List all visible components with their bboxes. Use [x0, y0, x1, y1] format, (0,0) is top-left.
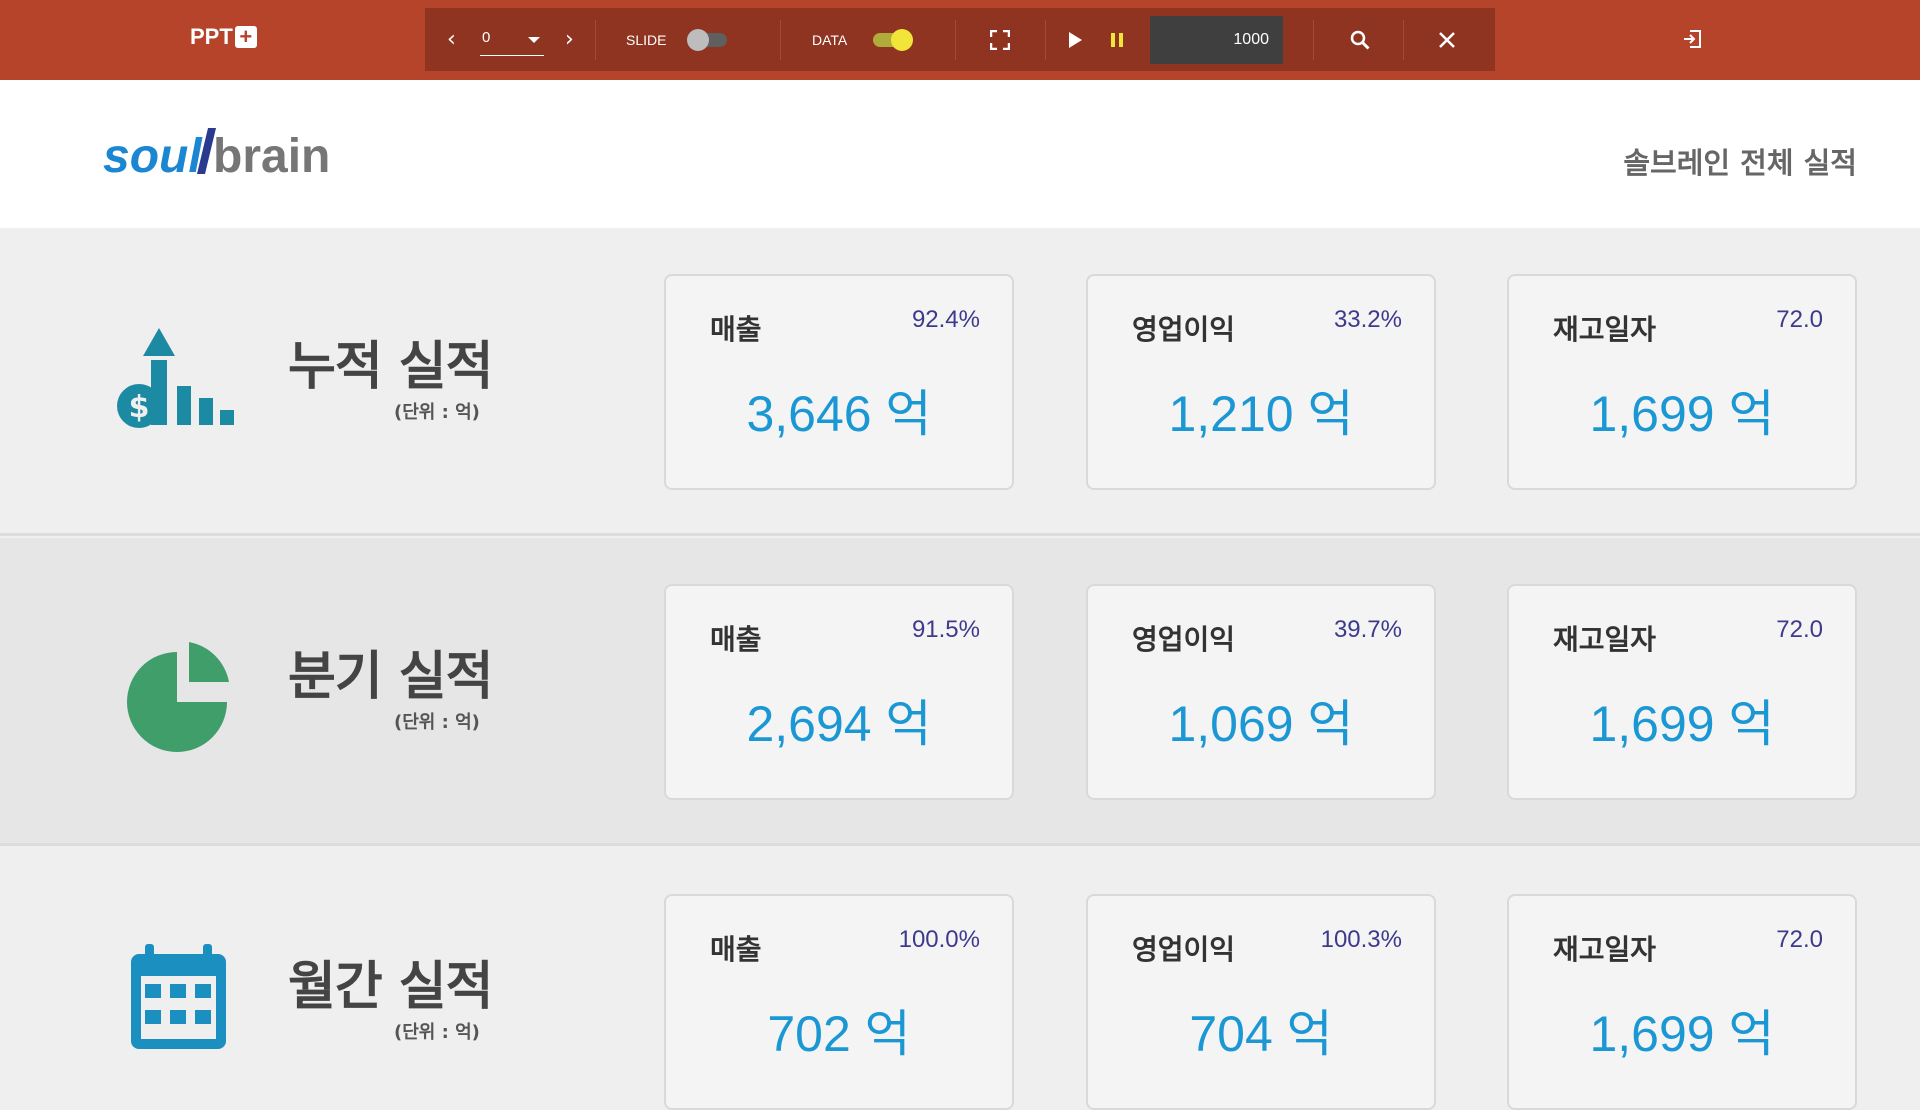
metric-name: 매출: [710, 313, 762, 346]
app-logo-text: PPT: [190, 24, 233, 49]
metric-value: 1,699 억: [1589, 386, 1775, 442]
metric-percent: 72.0: [1776, 926, 1823, 953]
metric-percent: 72.0: [1776, 306, 1823, 333]
divider: [595, 20, 596, 60]
toolbar: ‹ 0 › SLIDE DATA 1000: [425, 8, 1495, 71]
page-title: 솔브레인 전체 실적: [1623, 146, 1857, 180]
metric-name: 영업이익: [1132, 933, 1236, 966]
data-toggle-knob: [891, 28, 913, 51]
money-growth-chart-icon: $: [115, 320, 250, 455]
soulbrain-logo: soul brain: [103, 122, 363, 186]
divider: [1045, 20, 1046, 60]
svg-text:$: $: [129, 390, 150, 425]
metric-percent: 33.2%: [1333, 306, 1402, 333]
divider: [780, 20, 781, 60]
metric-name: 매출: [710, 933, 762, 966]
metric-card-inventory-days: 재고일자 72.0 1,699 억: [1507, 894, 1857, 1110]
metric-percent: 91.5%: [911, 616, 980, 643]
section-title: 분기 실적: [288, 647, 493, 707]
metric-card-inventory-days: 재고일자 72.0 1,699 억: [1507, 584, 1857, 800]
metric-card-sales: 매출 100.0% 702 억: [664, 894, 1014, 1110]
exit-button[interactable]: [1682, 28, 1704, 50]
metric-card-inventory-days: 재고일자 72.0 1,699 억: [1507, 274, 1857, 490]
divider: [1403, 20, 1404, 60]
metric-percent: 100.0%: [898, 926, 980, 953]
metric-card-operating-profit: 영업이익 100.3% 704 억: [1086, 894, 1436, 1110]
metric-value: 2,694 억: [746, 696, 932, 752]
app-logo-plus: +: [234, 26, 257, 48]
metric-card-operating-profit: 영업이익 33.2% 1,210 억: [1086, 274, 1436, 490]
logo-soul-text: soul: [103, 130, 203, 182]
interval-input[interactable]: 1000: [1150, 16, 1283, 64]
logo-brain-text: brain: [213, 130, 330, 182]
metric-percent: 92.4%: [911, 306, 980, 333]
metric-name: 재고일자: [1553, 933, 1657, 966]
chevron-right-icon: ›: [565, 27, 574, 52]
metric-name: 영업이익: [1132, 313, 1236, 346]
metric-value: 1,699 억: [1589, 696, 1775, 752]
page-select[interactable]: 0: [480, 25, 544, 56]
pause-button[interactable]: [1109, 8, 1125, 71]
metric-percent: 39.7%: [1333, 616, 1402, 643]
close-button[interactable]: [1438, 8, 1456, 71]
calendar-icon: [115, 940, 250, 1075]
metric-card-sales: 매출 92.4% 3,646 억: [664, 274, 1014, 490]
exit-icon: [1684, 30, 1701, 48]
metric-card-sales: 매출 91.5% 2,694 억: [664, 584, 1014, 800]
metric-name: 재고일자: [1553, 313, 1657, 346]
play-icon: [1069, 31, 1082, 48]
data-toggle[interactable]: [873, 28, 913, 51]
metric-value: 3,646 억: [746, 386, 932, 442]
close-icon: [1439, 31, 1455, 48]
pie-chart-icon: [115, 622, 250, 757]
top-bar: PPT + ‹ 0 › SLIDE DATA 1000: [0, 0, 1920, 80]
slide-toggle-knob: [687, 28, 709, 51]
metric-value: 1,069 억: [1168, 696, 1354, 752]
app-logo: PPT +: [190, 24, 257, 50]
fullscreen-icon: [990, 29, 1010, 50]
metric-name: 재고일자: [1553, 623, 1657, 656]
metric-percent: 100.3%: [1320, 926, 1402, 953]
section-cumulative: $ 누적 실적 (단위 : 억) 매출 92.4% 3,646 억 영업이익 3…: [0, 228, 1920, 536]
metric-percent: 72.0: [1776, 616, 1823, 643]
soulbrain-logo-image: soul brain: [103, 128, 330, 183]
fullscreen-button[interactable]: [990, 8, 1010, 71]
section-title: 월간 실적: [288, 957, 493, 1017]
slide-label: SLIDE: [626, 31, 667, 48]
section-title: 누적 실적: [288, 337, 493, 397]
search-button[interactable]: [1350, 8, 1370, 71]
next-slide-button[interactable]: ›: [565, 8, 574, 71]
section-unit: (단위 : 억): [394, 402, 480, 423]
slide-toggle[interactable]: [687, 28, 727, 51]
chevron-left-icon: ‹: [447, 27, 456, 52]
metric-value: 1,699 억: [1589, 1006, 1775, 1062]
divider: [955, 20, 956, 60]
play-button[interactable]: [1067, 8, 1083, 71]
section-quarterly: 분기 실적 (단위 : 억) 매출 91.5% 2,694 억 영업이익 39.…: [0, 538, 1920, 846]
metric-name: 매출: [710, 623, 762, 656]
metric-card-operating-profit: 영업이익 39.7% 1,069 억: [1086, 584, 1436, 800]
section-unit: (단위 : 억): [394, 712, 480, 733]
search-icon: [1350, 30, 1370, 50]
metric-name: 영업이익: [1132, 623, 1236, 656]
data-label: DATA: [812, 31, 848, 48]
metric-value: 1,210 억: [1168, 386, 1354, 442]
section-unit: (단위 : 억): [394, 1022, 480, 1043]
divider: [1313, 20, 1314, 60]
page-select-value: 0: [482, 29, 491, 46]
section-monthly: 월간 실적 (단위 : 억) 매출 100.0% 702 억 영업이익 100.…: [0, 848, 1920, 1110]
dropdown-arrow-icon: [528, 37, 540, 43]
pause-icon: [1111, 32, 1123, 47]
metric-value: 704 억: [1189, 1006, 1333, 1062]
prev-slide-button[interactable]: ‹: [447, 8, 456, 71]
metric-value: 702 억: [767, 1006, 911, 1062]
